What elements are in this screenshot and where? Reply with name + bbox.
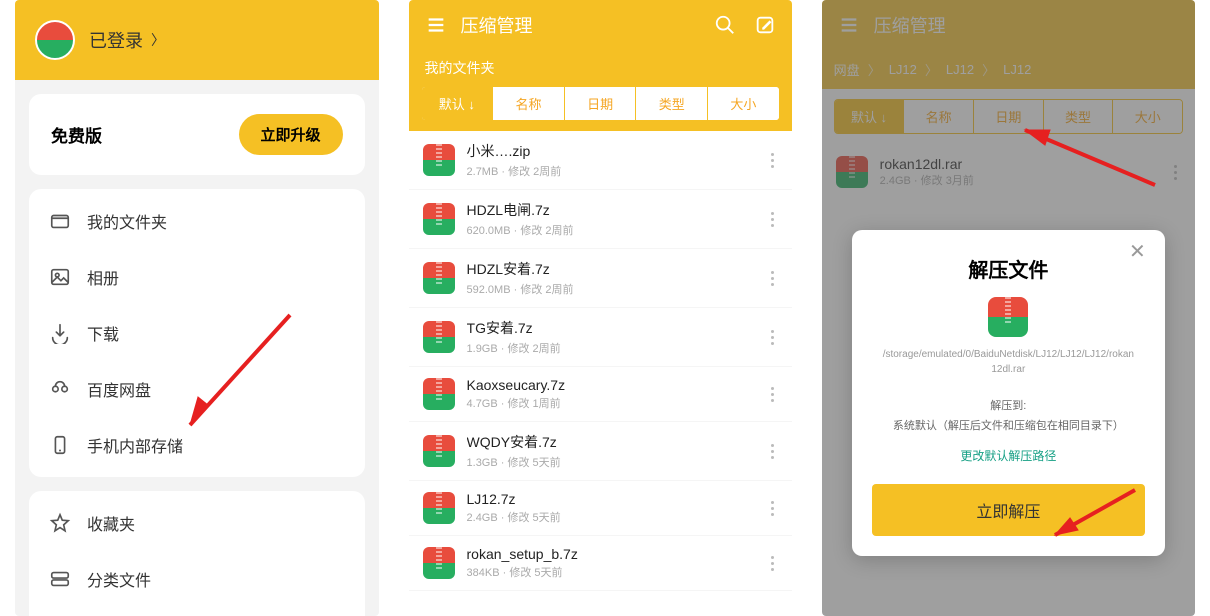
- archive-icon: [423, 262, 455, 294]
- menu-downloads[interactable]: 下载: [29, 305, 365, 361]
- phone-2: 压缩管理 我的文件夹 默认 ↓ 名称 日期 类型 大小 小米….zip 2.7MB…: [409, 0, 792, 616]
- file-row[interactable]: TG安着.7z 1.9GB · 修改 2周前: [409, 308, 792, 367]
- more-icon[interactable]: [767, 145, 778, 176]
- folder-icon: [49, 210, 71, 232]
- body: 免费版 立即升级 我的文件夹 相册 下载 百度网盘 手机内部存储: [15, 80, 379, 616]
- menu-label: 我的文件夹: [87, 209, 167, 233]
- plan-label: 免费版: [51, 122, 102, 147]
- phone-3: 压缩管理 网盘〉 LJ12〉 LJ12〉 LJ12 默认 ↓ 名称 日期 类型 …: [822, 0, 1195, 616]
- archive-icon: [423, 492, 455, 524]
- file-row[interactable]: 小米….zip 2.7MB · 修改 2周前: [409, 131, 792, 190]
- extract-button[interactable]: 立即解压: [872, 484, 1145, 536]
- file-row[interactable]: Kaoxseucary.7z 4.7GB · 修改 1周前: [409, 367, 792, 422]
- file-name: WQDY安着.7z: [467, 432, 755, 452]
- menu-label: 百度网盘: [87, 377, 151, 401]
- file-row[interactable]: LJ12.7z 2.4GB · 修改 5天前: [409, 481, 792, 536]
- archive-icon: [423, 203, 455, 235]
- change-path-link[interactable]: 更改默认解压路径: [872, 447, 1145, 464]
- file-path: /storage/emulated/0/BaiduNetdisk/LJ12/LJ…: [872, 347, 1145, 377]
- subhead: 我的文件夹: [421, 50, 780, 86]
- archive-icon: [423, 144, 455, 176]
- tab-name[interactable]: 名称: [493, 87, 565, 120]
- avatar[interactable]: [35, 20, 75, 60]
- download-icon: [49, 322, 71, 344]
- menu-album[interactable]: 相册: [29, 249, 365, 305]
- more-icon[interactable]: [767, 436, 778, 467]
- file-meta: 1.3GB · 修改 5天前: [467, 454, 755, 470]
- header-title: 压缩管理: [461, 12, 533, 38]
- file-row[interactable]: WQDY安着.7z 1.3GB · 修改 5天前: [409, 422, 792, 481]
- tab-date[interactable]: 日期: [565, 87, 637, 120]
- login-status[interactable]: 已登录 〉: [89, 27, 165, 53]
- file-row[interactable]: HDZL安着.7z 592.0MB · 修改 2周前: [409, 249, 792, 308]
- phone-icon: [49, 434, 71, 456]
- dialog-title: 解压文件: [872, 254, 1145, 283]
- menu-baidu[interactable]: 百度网盘: [29, 361, 365, 417]
- file-meta: 2.7MB · 修改 2周前: [467, 163, 755, 179]
- menu-icon[interactable]: [425, 14, 447, 36]
- menu-label: 手机内部存储: [87, 433, 183, 457]
- menu-card-2: 收藏夹 分类文件 回收站: [29, 491, 365, 616]
- extract-dialog: ✕ 解压文件 /storage/emulated/0/BaiduNetdisk/…: [852, 230, 1165, 556]
- chevron-right-icon: 〉: [151, 30, 165, 50]
- file-name: rokan_setup_b.7z: [467, 546, 755, 562]
- upgrade-card: 免费版 立即升级: [29, 94, 365, 175]
- more-icon[interactable]: [767, 322, 778, 353]
- file-name: Kaoxseucary.7z: [467, 377, 755, 393]
- search-icon[interactable]: [714, 14, 736, 36]
- file-meta: 620.0MB · 修改 2周前: [467, 222, 755, 238]
- menu-label: 收藏夹: [87, 511, 135, 535]
- menu-card-1: 我的文件夹 相册 下载 百度网盘 手机内部存储: [29, 189, 365, 477]
- sort-segment: 默认 ↓ 名称 日期 类型 大小: [421, 86, 780, 121]
- menu-categorized[interactable]: 分类文件: [29, 551, 365, 607]
- more-icon[interactable]: [767, 379, 778, 410]
- more-icon[interactable]: [767, 204, 778, 235]
- dest-label: 解压到:: [872, 397, 1145, 413]
- file-meta: 4.7GB · 修改 1周前: [467, 395, 755, 411]
- file-name: 小米….zip: [467, 141, 755, 161]
- file-name: HDZL电闸.7z: [467, 200, 755, 220]
- dest-value: 系统默认（解压后文件和压缩包在相同目录下）: [872, 417, 1145, 433]
- file-meta: 384KB · 修改 5天前: [467, 564, 755, 580]
- menu-label: 相册: [87, 265, 119, 289]
- image-icon: [49, 266, 71, 288]
- more-icon[interactable]: [767, 493, 778, 524]
- file-name: TG安着.7z: [467, 318, 755, 338]
- tabs-area: 我的文件夹 默认 ↓ 名称 日期 类型 大小: [409, 50, 792, 131]
- compose-icon[interactable]: [754, 14, 776, 36]
- menu-my-folder[interactable]: 我的文件夹: [29, 193, 365, 249]
- menu-label: 分类文件: [87, 567, 151, 591]
- login-label: 已登录: [89, 27, 143, 53]
- cloud-icon: [49, 378, 71, 400]
- category-icon: [49, 568, 71, 590]
- menu-label: 下载: [87, 321, 119, 345]
- tab-size[interactable]: 大小: [708, 87, 779, 120]
- more-icon[interactable]: [767, 263, 778, 294]
- file-name: HDZL安着.7z: [467, 259, 755, 279]
- archive-icon: [988, 297, 1028, 337]
- menu-favorites[interactable]: 收藏夹: [29, 495, 365, 551]
- header: 压缩管理: [409, 0, 792, 50]
- file-meta: 1.9GB · 修改 2周前: [467, 340, 755, 356]
- file-row[interactable]: HDZL电闸.7z 620.0MB · 修改 2周前: [409, 190, 792, 249]
- file-name: LJ12.7z: [467, 491, 755, 507]
- upgrade-button[interactable]: 立即升级: [239, 114, 343, 155]
- archive-icon: [423, 378, 455, 410]
- archive-icon: [423, 321, 455, 353]
- archive-icon: [423, 547, 455, 579]
- tab-type[interactable]: 类型: [636, 87, 708, 120]
- archive-icon: [423, 435, 455, 467]
- more-icon[interactable]: [767, 548, 778, 579]
- close-button[interactable]: ✕: [1129, 242, 1151, 264]
- phone-1: 已登录 〉 免费版 立即升级 我的文件夹 相册 下载 百度网盘: [15, 0, 379, 616]
- menu-recycle[interactable]: 回收站: [29, 607, 365, 616]
- menu-internal-storage[interactable]: 手机内部存储: [29, 417, 365, 473]
- tab-default[interactable]: 默认 ↓: [422, 87, 494, 120]
- user-header: 已登录 〉: [15, 0, 379, 80]
- star-icon: [49, 512, 71, 534]
- file-list: 小米….zip 2.7MB · 修改 2周前 HDZL电闸.7z 620.0MB ·…: [409, 131, 792, 616]
- file-row[interactable]: rokan_setup_b.7z 384KB · 修改 5天前: [409, 536, 792, 591]
- file-meta: 592.0MB · 修改 2周前: [467, 281, 755, 297]
- file-meta: 2.4GB · 修改 5天前: [467, 509, 755, 525]
